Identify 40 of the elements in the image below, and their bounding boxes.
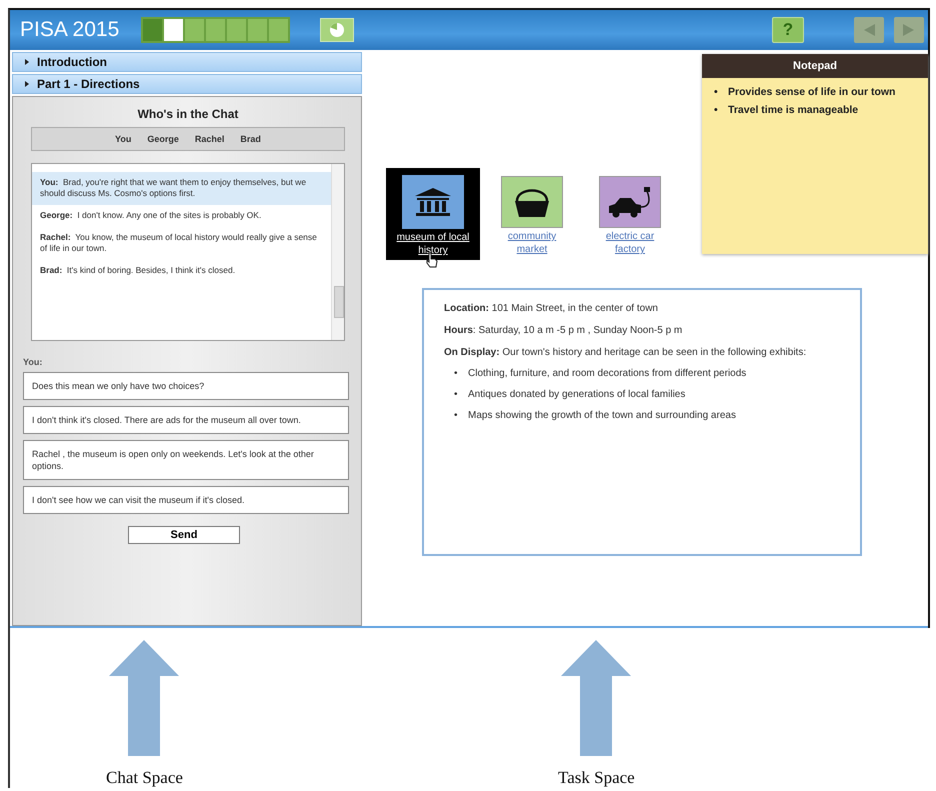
- hours-text: Hours: Saturday, 10 a m -5 p m , Sunday Noon-5 p m: [444, 324, 684, 337]
- chat-message[interactable]: Brad: It's kind of boring. Besides, I think it's closed.: [32, 260, 331, 282]
- send-button[interactable]: Send: [128, 526, 240, 544]
- section-header[interactable]: Part 1 - Directions: [12, 74, 362, 94]
- participant-name: You: [115, 134, 132, 144]
- caption-text: Task Space: [558, 768, 635, 788]
- participant-name: George: [147, 134, 179, 144]
- note-item: Travel time is manageable: [728, 104, 858, 116]
- back-icon[interactable]: [854, 17, 884, 43]
- museum-icon: [413, 187, 453, 217]
- scrollbar[interactable]: [331, 164, 344, 340]
- exhibit-item: Antiques donated by generations of local families: [468, 389, 686, 401]
- car-icon: [607, 185, 653, 219]
- timer-icon[interactable]: [320, 18, 354, 42]
- app-title: PISA 2015: [20, 18, 120, 42]
- participant-name: Rachel: [194, 134, 224, 144]
- bullet: •: [454, 410, 459, 422]
- chat-message[interactable]: George: I don't know. Any one of the sites is probably OK.: [32, 205, 331, 227]
- exhibit-item: Maps showing the growth of the town and surrounding areas: [468, 410, 736, 422]
- forward-icon[interactable]: [894, 17, 924, 43]
- display-text: On Display: Our town's history and heritage can be seen in the following exhibits:: [444, 346, 808, 359]
- notepad-title: Notepad: [702, 54, 928, 78]
- bullet: •: [454, 389, 459, 401]
- reply-option[interactable]: Does this mean we only have two choices?: [23, 372, 349, 400]
- reply-option[interactable]: Rachel , the museum is open only on weekends. Let's look at the other options.: [23, 440, 349, 480]
- bullet: •: [714, 86, 719, 98]
- chat-message[interactable]: Rachel: You know, the museum of local history would really give a sense of life in our town.: [32, 227, 331, 260]
- reply-label: You:: [23, 357, 44, 367]
- chat-message[interactable]: You: Brad, you're right that we want them to enjoy themselves, but we should discuss Ms. Cosmo's options first.: [32, 172, 331, 205]
- participant-name: Brad: [240, 134, 261, 144]
- bullet: •: [714, 104, 719, 116]
- bullet: •: [454, 368, 459, 380]
- exhibit-item: Clothing, furniture, and room decorations from different periods: [468, 368, 746, 380]
- section-header[interactable]: Introduction: [12, 52, 362, 72]
- reply-option[interactable]: I don't see how we can visit the museum if it's closed.: [23, 486, 349, 514]
- location-text: Location: 101 Main Street, in the center of town: [444, 302, 659, 315]
- reply-option[interactable]: I don't think it's closed. There are ads for the museum all over town.: [23, 406, 349, 434]
- caption-text: Chat Space: [106, 768, 183, 788]
- chat-title: Who's in the Chat: [136, 107, 240, 121]
- note-item: Provides sense of life in our town: [728, 86, 896, 98]
